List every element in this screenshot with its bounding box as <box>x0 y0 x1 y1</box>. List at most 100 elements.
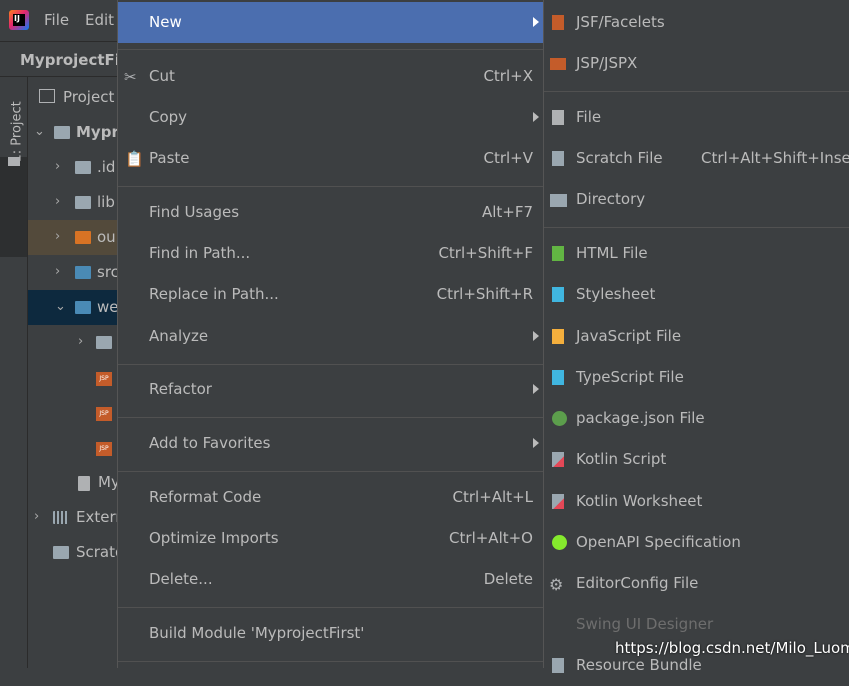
tree-item-label: Mypr <box>76 123 119 141</box>
submenu-item-label: Kotlin Script <box>576 450 667 468</box>
chevron-right-icon[interactable]: › <box>55 159 60 174</box>
project-breadcrumb[interactable]: MyprojectFir <box>20 51 127 69</box>
project-tool-tab-label[interactable]: 1: Project <box>10 73 25 162</box>
submenu-item-kotlin-script[interactable]: Kotlin Script <box>544 439 849 480</box>
chevron-right-icon[interactable]: › <box>55 264 60 279</box>
clipboard-icon: 📋 <box>125 150 144 168</box>
chevron-right-icon[interactable]: › <box>34 509 39 524</box>
tree-item-idea[interactable]: › .id <box>28 150 120 185</box>
source-folder-icon <box>75 266 91 279</box>
tree-item-src[interactable]: › src <box>28 255 120 290</box>
divider <box>0 41 120 42</box>
submenu-item-package-json-file[interactable]: package.json File <box>544 398 849 439</box>
openapi-icon <box>549 534 567 552</box>
menu-item-copy[interactable]: Copy <box>118 97 543 138</box>
menu-item-label: Copy <box>149 108 188 126</box>
tree-item-label: src <box>97 263 119 281</box>
submenu-item-jsf-facelets[interactable]: JSF/Facelets <box>544 2 849 43</box>
menu-divider <box>118 364 543 365</box>
folder-icon <box>75 161 91 174</box>
submenu-item-label: package.json File <box>576 409 705 427</box>
menu-item-replace-in-path[interactable]: Replace in Path... Ctrl+Shift+R <box>118 274 543 315</box>
project-panel-title[interactable]: Project <box>63 88 114 106</box>
menu-item-label: Cut <box>149 67 175 85</box>
menu-edit[interactable]: Edit <box>85 11 114 29</box>
submenu-item-typescript-file[interactable]: TypeScript File <box>544 357 849 398</box>
submenu-item-jsp-jspx[interactable]: JSP/JSPX <box>544 43 849 84</box>
project-view-icon <box>39 89 55 103</box>
menu-item-label: Find Usages <box>149 203 240 221</box>
menu-item-label: Reformat Code <box>149 488 262 506</box>
submenu-item-scratch-file[interactable]: Scratch File Ctrl+Alt+Shift+Insert <box>544 138 849 179</box>
gear-icon: ⚙ <box>549 575 564 594</box>
tree-item-jsp-file[interactable]: JSP <box>28 432 120 467</box>
menu-item-delete[interactable]: Delete... Delete <box>118 559 543 600</box>
project-tool-tab[interactable] <box>0 157 27 257</box>
tree-item-lib[interactable]: › lib <box>28 185 120 220</box>
tree-item-external-libraries[interactable]: › Extern <box>28 500 120 535</box>
submenu-arrow-icon <box>533 331 539 341</box>
excluded-folder-icon <box>75 231 91 244</box>
submenu-item-kotlin-worksheet[interactable]: Kotlin Worksheet <box>544 481 849 522</box>
menu-item-new[interactable]: New <box>118 2 543 43</box>
submenu-item-directory[interactable]: Directory <box>544 179 849 220</box>
chevron-right-icon[interactable]: › <box>78 334 83 349</box>
tree-item-jsp-file[interactable]: JSP <box>28 397 120 432</box>
jsp-file-icon: JSP <box>96 372 112 386</box>
submenu-item-stylesheet[interactable]: Stylesheet <box>544 274 849 315</box>
menu-item-reformat-code[interactable]: Reformat Code Ctrl+Alt+L <box>118 477 543 518</box>
submenu-item-openapi-specification[interactable]: OpenAPI Specification <box>544 522 849 563</box>
nodejs-icon <box>549 410 567 428</box>
menu-item-label: Analyze <box>149 327 209 345</box>
menu-divider <box>544 227 849 228</box>
kotlin-icon <box>549 451 567 469</box>
tree-item-web[interactable]: ⌄ we <box>28 290 120 325</box>
tree-item-jsp-file[interactable]: JSP <box>28 362 120 397</box>
intellij-logo-icon: IJ <box>9 10 29 30</box>
menu-item-find-in-path[interactable]: Find in Path... Ctrl+Shift+F <box>118 233 543 274</box>
menu-item-paste[interactable]: 📋 Paste Ctrl+V <box>118 138 543 179</box>
web-folder-icon <box>75 301 91 314</box>
submenu-item-file[interactable]: File <box>544 97 849 138</box>
menu-item-label: Paste <box>149 149 190 167</box>
menu-item-optimize-imports[interactable]: Optimize Imports Ctrl+Alt+O <box>118 518 543 559</box>
iml-file-icon <box>78 476 90 491</box>
tree-item-project-root[interactable]: ⌄ Mypr <box>28 115 120 150</box>
tree-item-iml-file[interactable]: My <box>28 465 120 500</box>
context-menu: New ✂ Cut Ctrl+X Copy 📋 Paste Ctrl+V Fin… <box>117 0 543 668</box>
folder-icon <box>8 157 20 166</box>
html-file-icon <box>549 245 567 263</box>
chevron-right-icon[interactable]: › <box>55 194 60 209</box>
tree-item-label: ou <box>97 228 116 246</box>
chevron-right-icon[interactable]: › <box>55 229 60 244</box>
file-icon <box>549 109 567 127</box>
menu-divider <box>544 91 849 92</box>
submenu-item-label: EditorConfig File <box>576 574 699 592</box>
tree-item-label: we <box>97 298 119 316</box>
submenu-item-editorconfig-file[interactable]: ⚙ EditorConfig File <box>544 563 849 604</box>
submenu-item-javascript-file[interactable]: JavaScript File <box>544 316 849 357</box>
tree-item-label: lib <box>97 193 115 211</box>
menu-divider <box>118 417 543 418</box>
menu-item-analyze[interactable]: Analyze <box>118 316 543 357</box>
tree-item-subfolder[interactable]: › <box>28 325 120 360</box>
menu-item-add-to-favorites[interactable]: Add to Favorites <box>118 423 543 464</box>
chevron-down-icon[interactable]: ⌄ <box>55 299 66 314</box>
library-icon <box>53 511 69 524</box>
menu-file[interactable]: File <box>44 11 69 29</box>
menu-item-build-module[interactable]: Build Module 'MyprojectFirst' <box>118 613 543 654</box>
menu-item-label: Replace in Path... <box>149 285 279 303</box>
tree-item-out[interactable]: › ou <box>28 220 120 255</box>
submenu-arrow-icon <box>533 112 539 122</box>
tree-item-label: .id <box>97 158 116 176</box>
chevron-down-icon[interactable]: ⌄ <box>34 124 45 139</box>
new-submenu: JSF/Facelets JSP/JSPX File Scratch File … <box>543 0 849 674</box>
menu-item-label: Delete... <box>149 570 213 588</box>
menu-item-cut[interactable]: ✂ Cut Ctrl+X <box>118 56 543 97</box>
menu-item-refactor[interactable]: Refactor <box>118 369 543 410</box>
tree-item-scratches[interactable]: Scrato <box>28 535 120 570</box>
menu-item-label: Find in Path... <box>149 244 251 262</box>
menu-item-find-usages[interactable]: Find Usages Alt+F7 <box>118 192 543 233</box>
submenu-item-html-file[interactable]: HTML File <box>544 233 849 274</box>
submenu-item-label: JSF/Facelets <box>576 13 665 31</box>
